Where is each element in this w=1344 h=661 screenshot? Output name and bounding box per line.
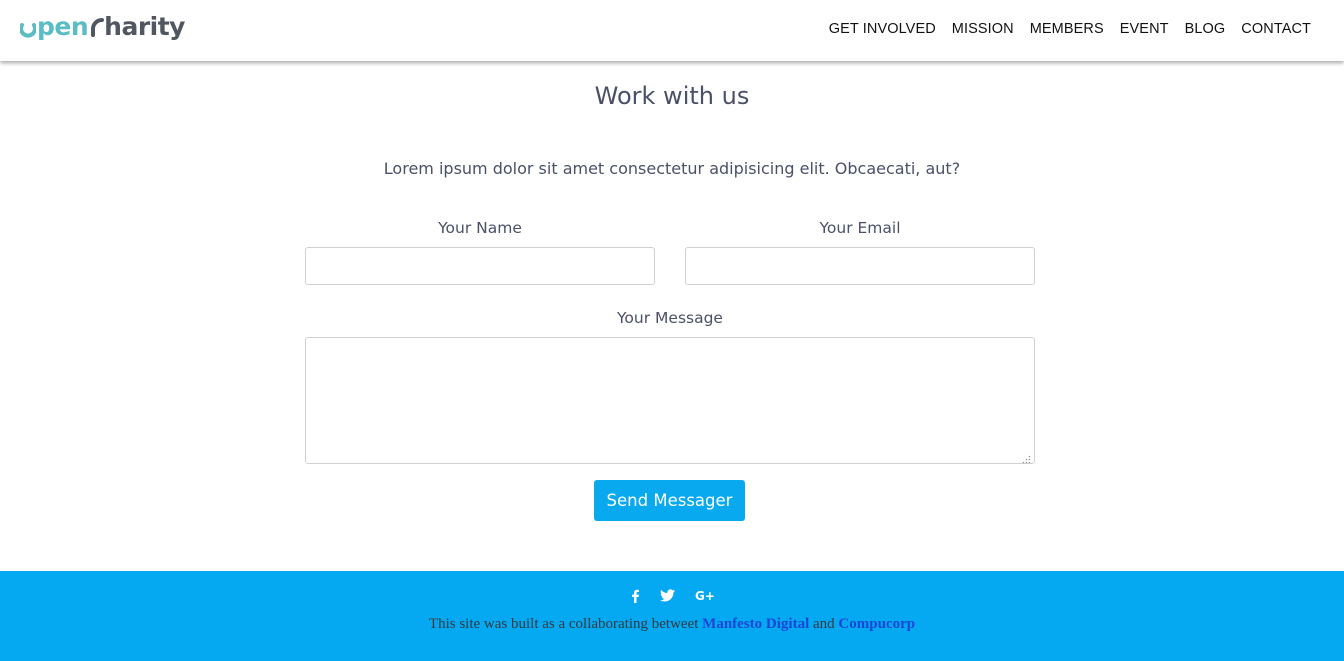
credits-conjunction: and: [813, 616, 835, 632]
nav-blog[interactable]: BLOG: [1185, 19, 1226, 39]
name-label: Your Name: [438, 219, 522, 237]
page-title: Work with us: [594, 82, 750, 110]
nav-contact[interactable]: CONTACT: [1241, 19, 1311, 39]
main-nav: GET INVOLVED MISSION MEMBERS EVENT BLOG …: [829, 19, 1311, 39]
google-plus-icon[interactable]: G+: [695, 589, 715, 607]
site-footer: G+ This site was built as a collaboratin…: [0, 571, 1344, 661]
email-label: Your Email: [819, 219, 901, 237]
message-label: Your Message: [617, 309, 723, 327]
nav-members[interactable]: MEMBERS: [1030, 19, 1104, 39]
svg-text:G+: G+: [695, 589, 715, 602]
nav-event[interactable]: EVENT: [1120, 19, 1169, 39]
send-message-button[interactable]: Send Messager: [594, 480, 745, 521]
compucorp-link[interactable]: Compucorp: [838, 616, 915, 632]
manfesto-digital-link[interactable]: Manfesto Digital: [702, 616, 809, 632]
logo-o-mark-icon: [20, 16, 36, 38]
social-links: G+: [0, 589, 1344, 607]
name-field[interactable]: [305, 247, 655, 285]
message-field[interactable]: [305, 337, 1035, 464]
logo-text-open: pen: [37, 11, 89, 41]
facebook-icon[interactable]: [630, 589, 640, 607]
twitter-icon[interactable]: [659, 589, 675, 607]
footer-credits: This site was built as a collaborating b…: [0, 616, 1344, 633]
logo-c-mark-icon: [90, 15, 105, 37]
logo-text-charity: harity: [104, 11, 185, 41]
nav-mission[interactable]: MISSION: [952, 19, 1014, 39]
site-header: pen harity GET INVOLVED MISSION MEMBERS …: [0, 0, 1344, 61]
nav-get-involved[interactable]: GET INVOLVED: [829, 19, 936, 39]
openchary-logo[interactable]: pen harity: [20, 8, 185, 44]
resize-grip-icon[interactable]: [1022, 451, 1031, 464]
credits-prefix: This site was built as a collaborating b…: [428, 616, 699, 632]
email-field[interactable]: [685, 247, 1035, 285]
intro-text: Lorem ipsum dolor sit amet consectetur a…: [383, 159, 961, 178]
